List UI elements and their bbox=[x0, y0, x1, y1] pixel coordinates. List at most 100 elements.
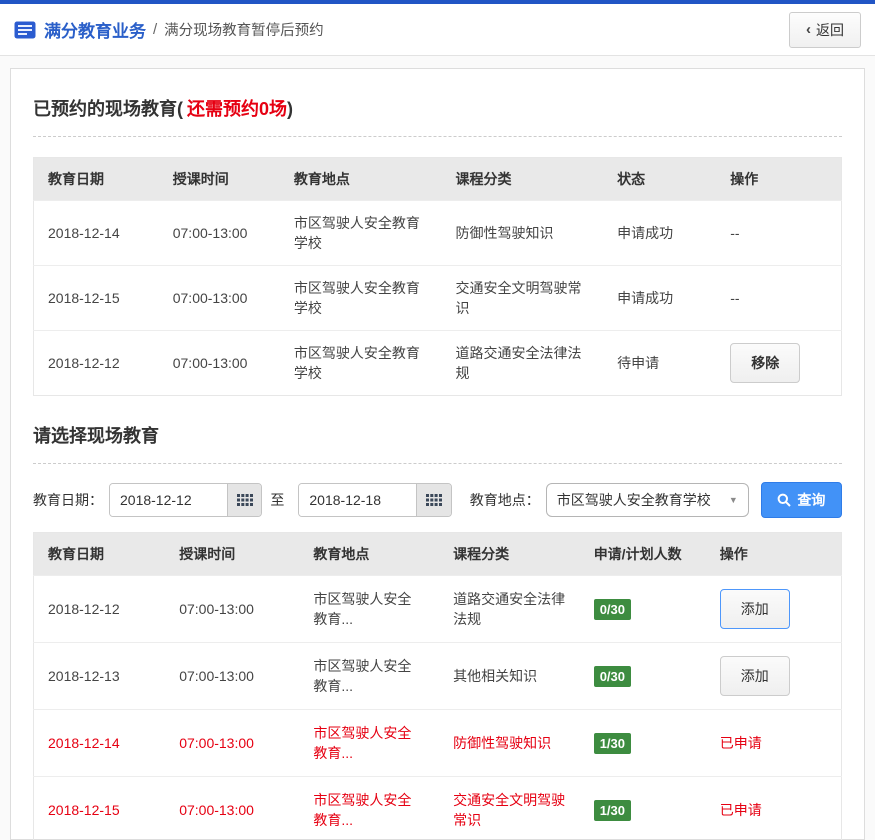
cell-time: 07:00-13:00 bbox=[165, 643, 299, 710]
cell-place: 市区驾驶人安全教育... bbox=[299, 777, 439, 840]
available-table: 教育日期 授课时间 教育地点 课程分类 申请/计划人数 操作 2018-12-1… bbox=[33, 532, 842, 840]
date-to-combo bbox=[298, 483, 451, 517]
search-button-label: 查询 bbox=[797, 490, 825, 510]
date-from-input[interactable] bbox=[110, 484, 227, 516]
cell-time: 07:00-13:00 bbox=[165, 777, 299, 840]
cell-action-none: -- bbox=[716, 201, 841, 266]
column-header: 教育地点 bbox=[299, 533, 439, 576]
cell-course: 交通安全文明驾驶常识 bbox=[442, 266, 604, 331]
table-row-applied: 2018-12-14 07:00-13:00 市区驾驶人安全教育... 防御性驾… bbox=[34, 710, 842, 777]
cell-course: 防御性驾驶知识 bbox=[439, 710, 580, 777]
date-from-combo bbox=[109, 483, 262, 517]
magnifier-icon bbox=[777, 493, 791, 507]
cell-date: 2018-12-14 bbox=[34, 710, 166, 777]
back-button[interactable]: ‹ 返回 bbox=[789, 12, 861, 48]
cell-count: 0/30 bbox=[580, 643, 706, 710]
column-header: 申请/计划人数 bbox=[580, 533, 706, 576]
cell-course: 防御性驾驶知识 bbox=[442, 201, 604, 266]
cell-date: 2018-12-15 bbox=[34, 777, 166, 840]
column-header: 教育日期 bbox=[34, 158, 159, 201]
cell-place: 市区驾驶人安全教育... bbox=[299, 643, 439, 710]
cell-date: 2018-12-12 bbox=[34, 331, 159, 396]
filter-bar: 教育日期： 至 bbox=[33, 482, 842, 518]
column-header: 授课时间 bbox=[159, 158, 280, 201]
count-badge: 0/30 bbox=[594, 599, 631, 620]
cell-place: 市区驾驶人安全教育... bbox=[299, 710, 439, 777]
cell-date: 2018-12-14 bbox=[34, 201, 159, 266]
app-title-link[interactable]: 满分教育业务 bbox=[44, 17, 146, 42]
list-icon bbox=[14, 21, 36, 39]
cell-action: 添加 bbox=[706, 576, 842, 643]
breadcrumb-current: 满分现场教育暂停后预约 bbox=[164, 19, 324, 40]
cell-count: 0/30 bbox=[580, 576, 706, 643]
column-header: 教育日期 bbox=[34, 533, 166, 576]
cell-time: 07:00-13:00 bbox=[165, 710, 299, 777]
add-button[interactable]: 添加 bbox=[720, 656, 790, 696]
table-row-applied: 2018-12-15 07:00-13:00 市区驾驶人安全教育... 交通安全… bbox=[34, 777, 842, 840]
chevron-left-icon: ‹ bbox=[806, 22, 811, 37]
cell-time: 07:00-13:00 bbox=[165, 576, 299, 643]
column-header: 状态 bbox=[603, 158, 716, 201]
cell-action-none: -- bbox=[716, 266, 841, 331]
column-header: 操作 bbox=[716, 158, 841, 201]
cell-date: 2018-12-13 bbox=[34, 643, 166, 710]
booked-table-header-row: 教育日期 授课时间 教育地点 课程分类 状态 操作 bbox=[34, 158, 842, 201]
column-header: 操作 bbox=[706, 533, 842, 576]
cell-course: 道路交通安全法律法规 bbox=[439, 576, 580, 643]
booked-section-title: 已预约的现场教育(还需预约0场) bbox=[33, 95, 842, 137]
cell-applied-status: 已申请 bbox=[706, 710, 842, 777]
cell-date: 2018-12-15 bbox=[34, 266, 159, 331]
header-bar: 满分教育业务 / 满分现场教育暂停后预约 ‹ 返回 bbox=[0, 4, 875, 56]
cell-course: 交通安全文明驾驶常识 bbox=[439, 777, 580, 840]
booked-title-text: 已预约的现场教育( bbox=[33, 99, 183, 119]
cell-time: 07:00-13:00 bbox=[159, 201, 280, 266]
select-section-title: 请选择现场教育 bbox=[33, 422, 842, 464]
table-row: 2018-12-12 07:00-13:00 市区驾驶人安全教育学校 道路交通安… bbox=[34, 331, 842, 396]
cell-course: 道路交通安全法律法规 bbox=[442, 331, 604, 396]
search-button[interactable]: 查询 bbox=[761, 482, 842, 518]
date-to-input[interactable] bbox=[299, 484, 416, 516]
breadcrumb-separator: / bbox=[153, 21, 157, 38]
back-button-label: 返回 bbox=[816, 20, 844, 40]
cell-date: 2018-12-12 bbox=[34, 576, 166, 643]
column-header: 教育地点 bbox=[280, 158, 442, 201]
table-row: 2018-12-13 07:00-13:00 市区驾驶人安全教育... 其他相关… bbox=[34, 643, 842, 710]
booked-title-remaining: 还需预约0场 bbox=[187, 99, 287, 119]
cell-action: 添加 bbox=[706, 643, 842, 710]
cell-time: 07:00-13:00 bbox=[159, 266, 280, 331]
remove-button[interactable]: 移除 bbox=[730, 343, 800, 383]
caret-down-icon: ▼ bbox=[729, 495, 738, 505]
cell-course: 其他相关知识 bbox=[439, 643, 580, 710]
add-button[interactable]: 添加 bbox=[720, 589, 790, 629]
cell-place: 市区驾驶人安全教育学校 bbox=[280, 201, 442, 266]
cell-place: 市区驾驶人安全教育学校 bbox=[280, 331, 442, 396]
cell-applied-status: 已申请 bbox=[706, 777, 842, 840]
place-filter-label: 教育地点： bbox=[470, 490, 540, 510]
cell-place: 市区驾驶人安全教育... bbox=[299, 576, 439, 643]
count-badge: 1/30 bbox=[594, 800, 631, 821]
cell-status: 申请成功 bbox=[603, 201, 716, 266]
cell-action: 移除 bbox=[716, 331, 841, 396]
cell-place: 市区驾驶人安全教育学校 bbox=[280, 266, 442, 331]
date-range-separator: 至 bbox=[270, 490, 284, 510]
available-table-header-row: 教育日期 授课时间 教育地点 课程分类 申请/计划人数 操作 bbox=[34, 533, 842, 576]
date-filter-label: 教育日期： bbox=[33, 490, 103, 510]
column-header: 课程分类 bbox=[439, 533, 580, 576]
calendar-grid-icon[interactable] bbox=[416, 484, 450, 516]
column-header: 课程分类 bbox=[442, 158, 604, 201]
table-row: 2018-12-12 07:00-13:00 市区驾驶人安全教育... 道路交通… bbox=[34, 576, 842, 643]
table-row: 2018-12-15 07:00-13:00 市区驾驶人安全教育学校 交通安全文… bbox=[34, 266, 842, 331]
booked-table: 教育日期 授课时间 教育地点 课程分类 状态 操作 2018-12-14 07:… bbox=[33, 157, 842, 396]
place-select-value: 市区驾驶人安全教育学校 bbox=[557, 490, 711, 510]
cell-count: 1/30 bbox=[580, 710, 706, 777]
cell-count: 1/30 bbox=[580, 777, 706, 840]
column-header: 授课时间 bbox=[165, 533, 299, 576]
place-select[interactable]: 市区驾驶人安全教育学校 ▼ bbox=[546, 483, 749, 517]
count-badge: 0/30 bbox=[594, 666, 631, 687]
main-panel: 已预约的现场教育(还需预约0场) 教育日期 授课时间 教育地点 课程分类 状态 … bbox=[10, 68, 865, 840]
cell-status: 待申请 bbox=[603, 331, 716, 396]
cell-time: 07:00-13:00 bbox=[159, 331, 280, 396]
calendar-grid-icon[interactable] bbox=[227, 484, 261, 516]
table-row: 2018-12-14 07:00-13:00 市区驾驶人安全教育学校 防御性驾驶… bbox=[34, 201, 842, 266]
count-badge: 1/30 bbox=[594, 733, 631, 754]
